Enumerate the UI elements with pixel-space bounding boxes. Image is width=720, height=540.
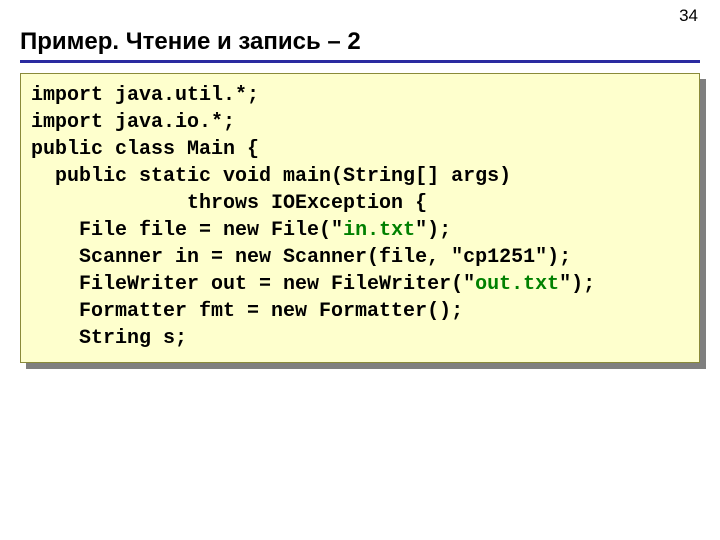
code-shadow: import java.util.*; import java.io.*; pu…: [20, 73, 700, 363]
code-line: FileWriter out = new FileWriter(": [31, 273, 475, 296]
page-number: 34: [679, 6, 698, 26]
slide: 34 Пример. Чтение и запись – 2 import ja…: [0, 0, 720, 540]
code-line: public static void main(String[] args): [31, 165, 511, 188]
slide-title: Пример. Чтение и запись – 2: [20, 28, 700, 56]
code-line: Formatter fmt = new Formatter();: [31, 300, 463, 323]
code-line: ");: [415, 219, 451, 242]
code-line: import java.io.*;: [31, 111, 235, 134]
code-line: import java.util.*;: [31, 84, 259, 107]
code-string-literal: in.txt: [343, 219, 415, 242]
code-line: String s;: [31, 327, 187, 350]
code-line: throws IOException {: [31, 192, 427, 215]
code-line: Scanner in = new Scanner(file, "cp1251")…: [31, 246, 571, 269]
code-string-literal: out.txt: [475, 273, 559, 296]
code-line: ");: [559, 273, 595, 296]
code-line: public class Main {: [31, 138, 259, 161]
title-rule: [20, 60, 700, 63]
code-block: import java.util.*; import java.io.*; pu…: [20, 73, 700, 363]
code-line: File file = new File(": [31, 219, 343, 242]
